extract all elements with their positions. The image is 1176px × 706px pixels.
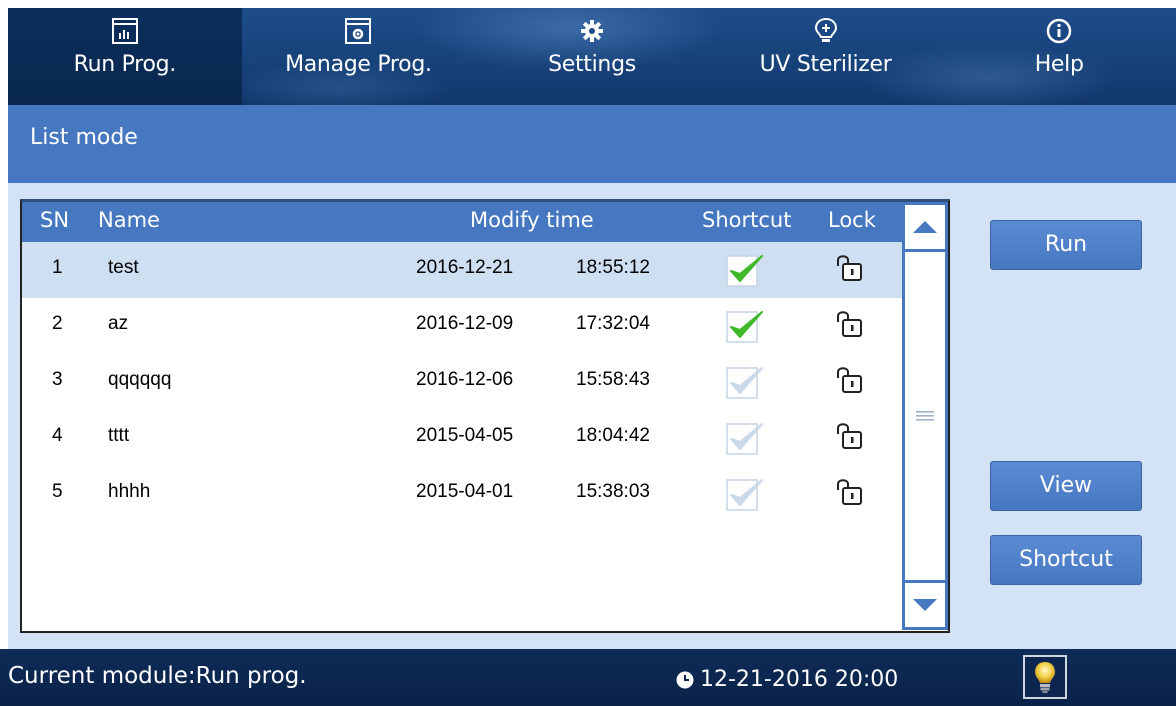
tab-help[interactable]: Help <box>942 8 1176 105</box>
row-time: 18:55:12 <box>576 257 650 278</box>
clock: 12-21-2016 20:00 <box>676 667 898 692</box>
row-time: 15:58:43 <box>576 369 650 390</box>
row-name: tttt <box>108 425 130 446</box>
tab-manage-prog[interactable]: Manage Prog. <box>242 8 476 105</box>
table-header: SN Name Modify time Shortcut Lock <box>22 202 902 242</box>
main-panel: SN Name Modify time Shortcut Lock 1 test… <box>8 183 1176 649</box>
row-date: 2016-12-09 <box>416 313 514 334</box>
column-header-name: Name <box>98 208 160 232</box>
tab-run-prog[interactable]: Run Prog. <box>8 8 242 105</box>
row-date: 2015-04-01 <box>416 481 514 502</box>
row-time: 18:04:42 <box>576 425 650 446</box>
date-time-text: 12-21-2016 20:00 <box>700 667 899 692</box>
clock-icon <box>676 671 694 688</box>
row-sn: 2 <box>52 313 63 334</box>
row-date: 2016-12-21 <box>416 257 514 278</box>
row-date: 2016-12-06 <box>416 369 514 390</box>
column-header-modify-time: Modify time <box>470 208 594 232</box>
unlock-icon[interactable] <box>834 476 864 514</box>
tab-label: Run Prog. <box>73 52 177 77</box>
table-body: 1 test 2016-12-21 18:55:12 2 az 2016-12-… <box>22 242 902 522</box>
tab-label: UV Sterilizer <box>759 52 892 77</box>
row-name: hhhh <box>108 481 151 502</box>
uv-lamp-icon <box>811 16 841 46</box>
column-header-lock: Lock <box>828 208 876 232</box>
scroll-grip-icon[interactable] <box>916 410 934 422</box>
shortcut-check-icon[interactable] <box>726 308 764 350</box>
program-list-icon <box>110 16 140 46</box>
shortcut-check-icon[interactable] <box>726 476 764 518</box>
current-module-text: Current module:Run prog. <box>8 663 307 689</box>
row-time: 17:32:04 <box>576 313 650 334</box>
triangle-up-icon <box>913 221 937 233</box>
row-name: qqqqqq <box>108 369 172 390</box>
unlock-icon[interactable] <box>834 420 864 458</box>
shortcut-check-icon[interactable] <box>726 252 764 294</box>
top-navigation: Run Prog. Manage Prog. Settings UV Steri… <box>8 8 1176 105</box>
table-row[interactable]: 5 hhhh 2015-04-01 15:38:03 <box>22 466 902 522</box>
shortcut-check-icon[interactable] <box>726 364 764 406</box>
page-title: List mode <box>30 125 138 150</box>
column-header-sn: SN <box>40 208 70 232</box>
subheader-bar: List mode <box>8 105 1176 183</box>
row-sn: 1 <box>52 257 63 278</box>
tab-settings[interactable]: Settings <box>475 8 709 105</box>
table-row[interactable]: 1 test 2016-12-21 18:55:12 <box>22 242 902 298</box>
shortcut-button[interactable]: Shortcut <box>990 535 1142 585</box>
table-row[interactable]: 4 tttt 2015-04-05 18:04:42 <box>22 410 902 466</box>
row-sn: 4 <box>52 425 63 446</box>
gear-icon <box>577 16 607 46</box>
light-bulb-icon <box>1035 662 1055 693</box>
tab-uv-sterilizer[interactable]: UV Sterilizer <box>709 8 943 105</box>
info-icon <box>1044 16 1074 46</box>
shortcut-check-icon[interactable] <box>726 420 764 462</box>
unlock-icon[interactable] <box>834 308 864 346</box>
row-sn: 3 <box>52 369 63 390</box>
run-button[interactable]: Run <box>990 220 1142 270</box>
tab-label: Manage Prog. <box>285 52 432 77</box>
status-bar: Current module:Run prog. 12-21-2016 20:0… <box>0 649 1176 706</box>
row-name: az <box>108 313 129 334</box>
view-button[interactable]: View <box>990 461 1142 511</box>
unlock-icon[interactable] <box>834 252 864 290</box>
row-time: 15:38:03 <box>576 481 650 502</box>
tab-label: Settings <box>548 52 636 77</box>
table-row[interactable]: 2 az 2016-12-09 17:32:04 <box>22 298 902 354</box>
vertical-scrollbar[interactable] <box>902 202 948 630</box>
column-header-shortcut: Shortcut <box>702 208 792 232</box>
manage-program-icon <box>343 16 373 46</box>
row-name: test <box>108 257 139 278</box>
light-toggle-button[interactable] <box>1023 655 1067 699</box>
program-table: SN Name Modify time Shortcut Lock 1 test… <box>20 199 950 633</box>
triangle-down-icon <box>913 599 937 611</box>
scroll-up-button[interactable] <box>905 202 945 252</box>
row-date: 2015-04-05 <box>416 425 514 446</box>
unlock-icon[interactable] <box>834 364 864 402</box>
scroll-down-button[interactable] <box>905 580 945 630</box>
table-row[interactable]: 3 qqqqqq 2016-12-06 15:58:43 <box>22 354 902 410</box>
row-sn: 5 <box>52 481 63 502</box>
tab-label: Help <box>1034 52 1084 77</box>
